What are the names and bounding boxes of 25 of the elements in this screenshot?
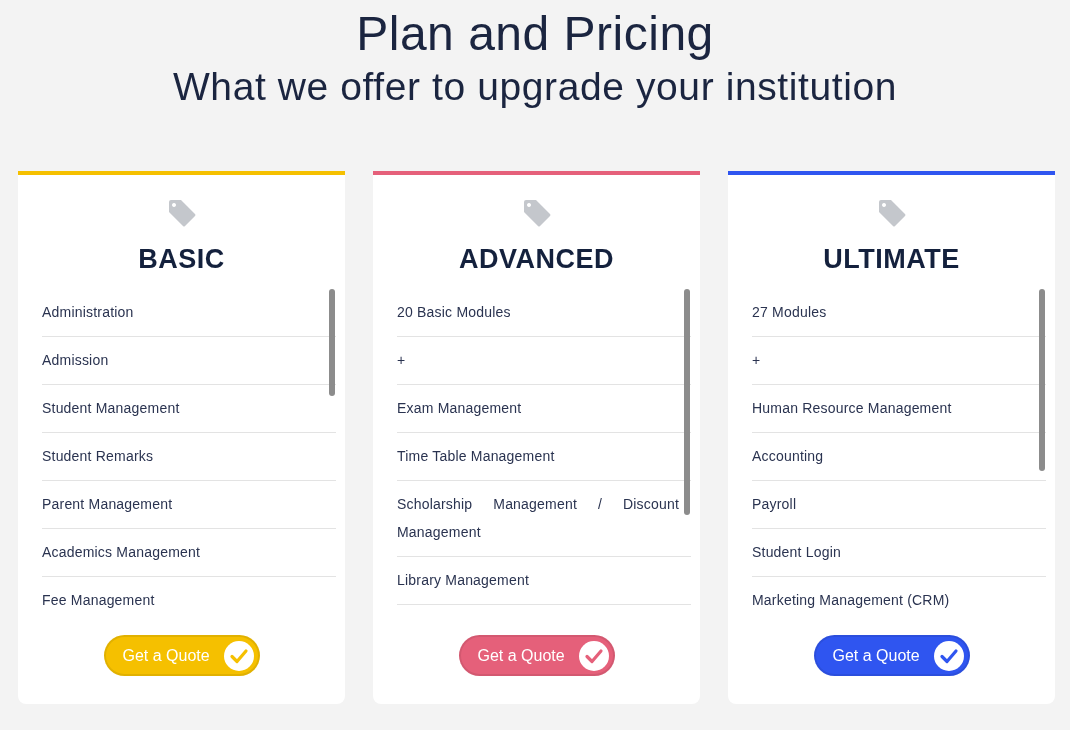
check-icon [222, 639, 255, 672]
feature-item: Student Remarks [42, 433, 336, 481]
page-subtitle: What we offer to upgrade your institution [171, 64, 899, 110]
get-quote-button[interactable]: Get a Quote [103, 635, 260, 676]
feature-item: Academics Management [42, 529, 336, 577]
scrollbar-thumb[interactable] [329, 289, 335, 396]
feature-item: Parent Management [42, 481, 336, 529]
plan-name: ADVANCED [459, 244, 614, 275]
plan-name: BASIC [138, 244, 225, 275]
price-tag-icon [166, 198, 197, 228]
get-quote-button[interactable]: Get a Quote [813, 635, 970, 676]
get-quote-button[interactable]: Get a Quote [458, 635, 615, 676]
check-icon [932, 639, 965, 672]
scrollbar-thumb[interactable] [684, 289, 690, 515]
price-tag-icon [876, 198, 907, 228]
scrollbar-thumb[interactable] [1039, 289, 1045, 471]
plan-name: ULTIMATE [823, 244, 960, 275]
feature-item: Fee Management [42, 577, 336, 611]
price-tag-icon [521, 198, 552, 228]
feature-item: Marketing Management (CRM) [752, 577, 1046, 611]
feature-item: Student Login [752, 529, 1046, 577]
feature-item: Library Management [397, 557, 691, 605]
feature-item: Payroll [752, 481, 1046, 529]
check-icon [577, 639, 610, 672]
page-title: Plan and Pricing [355, 6, 715, 62]
